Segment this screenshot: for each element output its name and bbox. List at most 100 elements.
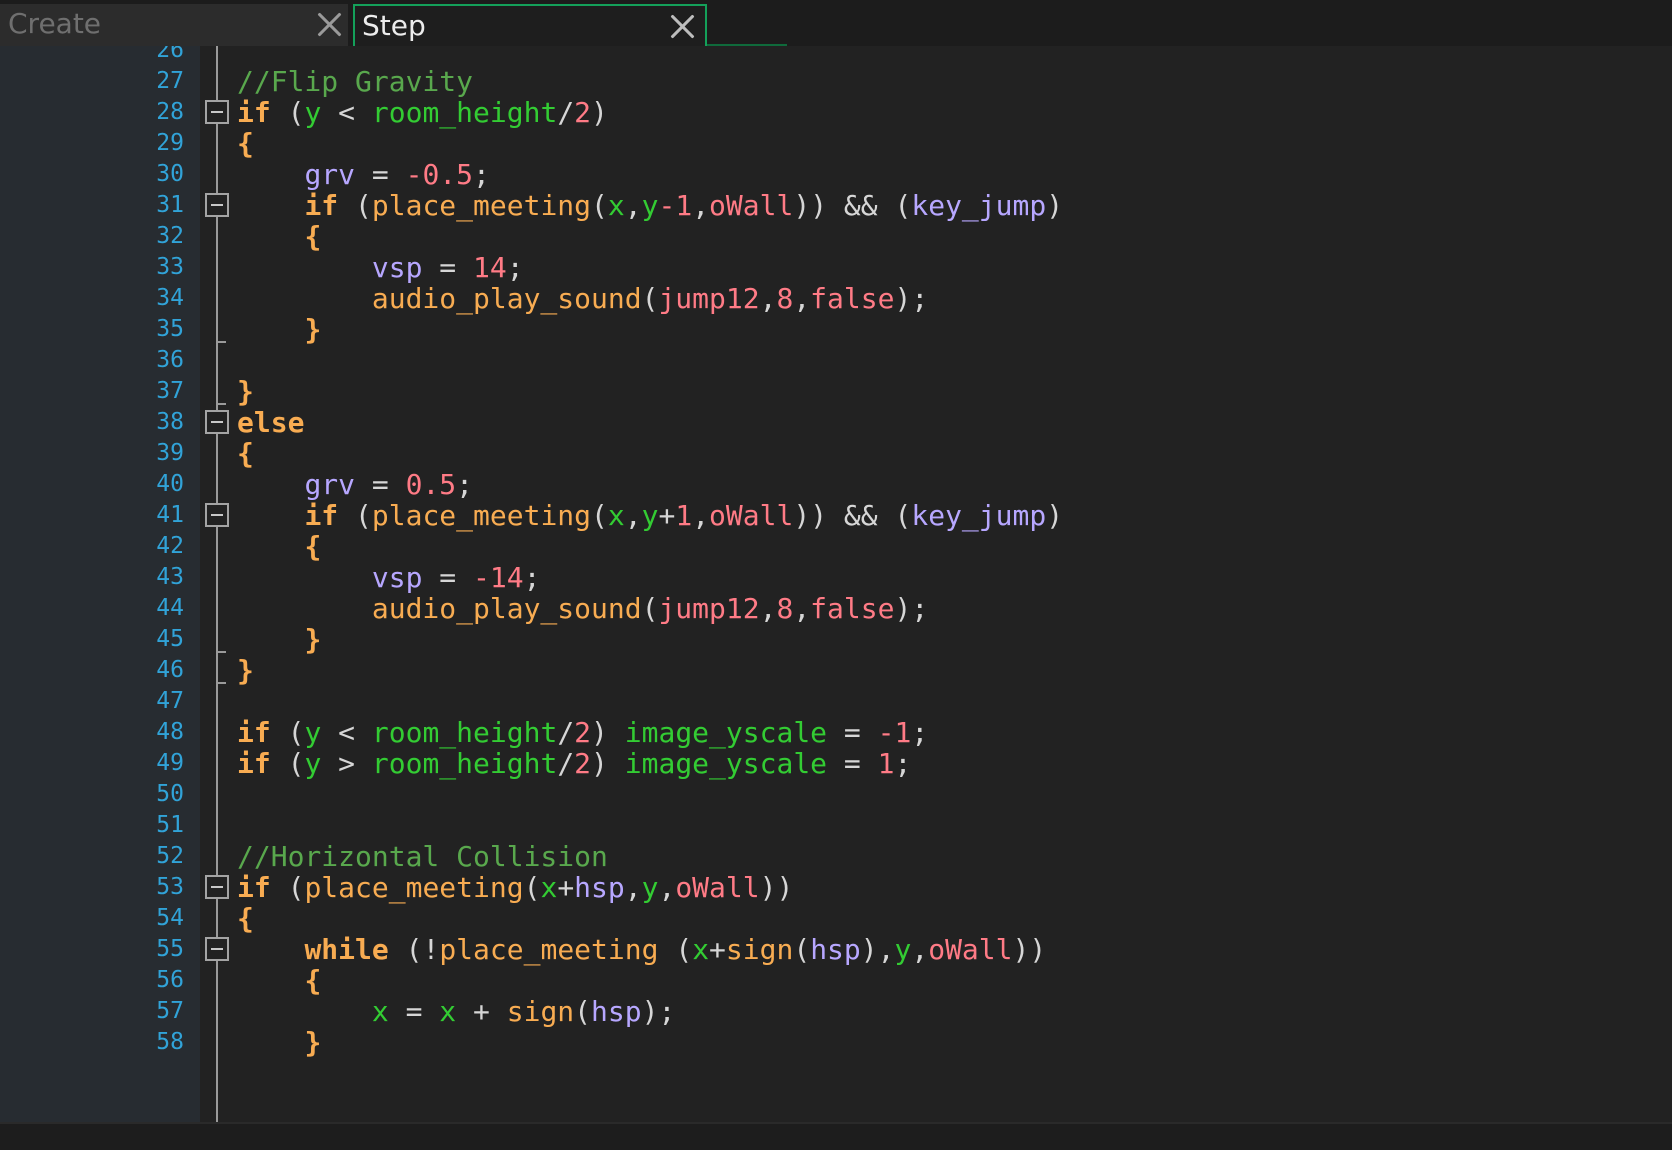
code-text[interactable]: if (y < room_height/2) [237,96,608,129]
code-text[interactable]: vsp = -14; [237,561,541,594]
line-number: 38 [156,409,184,435]
code-text[interactable]: grv = -0.5; [237,158,489,191]
code-line[interactable]: 51 [0,809,1672,842]
code-line[interactable]: 34 audio_play_sound(jump12,8,false); [0,282,1672,315]
code-line[interactable]: 41 if (place_meeting(x,y+1,oWall)) && (k… [0,499,1672,532]
fold-toggle-icon[interactable] [205,937,229,961]
code-text[interactable]: if (y > room_height/2) image_yscale = 1; [237,747,911,780]
code-line[interactable]: 42 { [0,530,1672,563]
code-line[interactable]: 35 } [0,313,1672,346]
code-line[interactable]: 52 //Horizontal Collision [0,840,1672,873]
code-line[interactable]: 40 grv = 0.5; [0,468,1672,501]
code-line[interactable]: 36 [0,344,1672,377]
code-line[interactable]: 56 { [0,964,1672,997]
code-line[interactable]: 57 x = x + sign(hsp); [0,995,1672,1028]
code-line[interactable]: 38 else [0,406,1672,439]
line-number: 56 [156,967,184,993]
code-editor[interactable]: 26 27 //Flip Gravity 28 if (y < room_height/… [0,46,1672,1122]
line-number: 34 [156,285,184,311]
line-number: 48 [156,719,184,745]
code-text[interactable]: grv = 0.5; [237,468,473,501]
code-text[interactable]: } [237,623,321,656]
fold-toggle-icon[interactable] [205,410,229,434]
line-number: 40 [156,471,184,497]
code-line[interactable]: 32 { [0,220,1672,253]
code-text[interactable]: audio_play_sound(jump12,8,false); [237,282,928,315]
code-text[interactable]: { [237,437,254,470]
code-line[interactable]: 58 } [0,1026,1672,1059]
code-text[interactable]: } [237,654,254,687]
line-number: 29 [156,130,184,156]
line-number: 27 [156,68,184,94]
fold-toggle-icon[interactable] [205,503,229,527]
fold-toggle-icon[interactable] [205,100,229,124]
fold-end-tick [216,403,226,405]
tab-step-label: Step [362,9,426,42]
code-text[interactable]: { [237,127,254,160]
code-text[interactable]: //Horizontal Collision [237,840,608,873]
code-line[interactable]: 27 //Flip Gravity [0,65,1672,98]
line-number: 47 [156,688,184,714]
code-line[interactable]: 45 } [0,623,1672,656]
horizontal-scrollbar[interactable] [0,1122,1672,1150]
code-text[interactable]: if (y < room_height/2) image_yscale = -1… [237,716,928,749]
line-number: 52 [156,843,184,869]
code-line[interactable]: 29 { [0,127,1672,160]
code-line[interactable]: 55 while (!place_meeting (x+sign(hsp),y,… [0,933,1672,966]
code-line[interactable]: 44 audio_play_sound(jump12,8,false); [0,592,1672,625]
tab-create-label: Create [8,7,102,40]
code-text[interactable]: while (!place_meeting (x+sign(hsp),y,oWa… [237,933,1046,966]
fold-end-tick [216,651,226,653]
line-number: 39 [156,440,184,466]
code-text[interactable]: } [237,313,321,346]
code-line[interactable]: 48 if (y < room_height/2) image_yscale = … [0,716,1672,749]
fold-end-tick [216,682,226,684]
line-number: 42 [156,533,184,559]
code-line[interactable]: 54 { [0,902,1672,935]
code-text[interactable]: vsp = 14; [237,251,524,284]
code-line[interactable]: 26 [0,46,1672,67]
line-number: 50 [156,781,184,807]
code-text[interactable]: x = x + sign(hsp); [237,995,675,1028]
line-number: 31 [156,192,184,218]
code-text[interactable]: } [237,1026,321,1059]
code-text[interactable]: //Flip Gravity [237,65,473,98]
code-line[interactable]: 43 vsp = -14; [0,561,1672,594]
line-number: 28 [156,99,184,125]
code-text[interactable]: } [237,375,254,408]
code-text[interactable]: { [237,530,321,563]
code-text[interactable]: { [237,220,321,253]
code-line[interactable]: 30 grv = -0.5; [0,158,1672,191]
line-number: 53 [156,874,184,900]
code-line[interactable]: 47 [0,685,1672,718]
tab-step[interactable]: Step [353,4,707,46]
line-number: 26 [156,46,184,63]
code-line[interactable]: 49 if (y > room_height/2) image_yscale = … [0,747,1672,780]
close-icon[interactable] [316,11,342,37]
code-text[interactable]: if (place_meeting(x,y-1,oWall)) && (key_… [237,189,1063,222]
code-text[interactable]: else [237,406,304,439]
code-line[interactable]: 37} [0,375,1672,408]
code-line[interactable]: 46} [0,654,1672,687]
code-line[interactable]: 53 if (place_meeting(x+hsp,y,oWall)) [0,871,1672,904]
code-line[interactable]: 31 if (place_meeting(x,y-1,oWall)) && (k… [0,189,1672,222]
line-number: 46 [156,657,184,683]
code-line[interactable]: 39 { [0,437,1672,470]
line-number: 33 [156,254,184,280]
code-text[interactable]: { [237,964,321,997]
code-text[interactable]: { [237,902,254,935]
line-number: 55 [156,936,184,962]
code-text[interactable]: audio_play_sound(jump12,8,false); [237,592,928,625]
code-line[interactable]: 50 [0,778,1672,811]
code-line[interactable]: 28 if (y < room_height/2) [0,96,1672,129]
fold-toggle-icon[interactable] [205,875,229,899]
fold-toggle-icon[interactable] [205,193,229,217]
line-number: 37 [156,378,184,404]
close-icon[interactable] [669,13,695,39]
code-text[interactable]: if (place_meeting(x,y+1,oWall)) && (key_… [237,499,1063,532]
line-number: 57 [156,998,184,1024]
code-text[interactable]: if (place_meeting(x+hsp,y,oWall)) [237,871,793,904]
tab-create[interactable]: Create [0,4,348,46]
code-line[interactable]: 33 vsp = 14; [0,251,1672,284]
line-number: 35 [156,316,184,342]
